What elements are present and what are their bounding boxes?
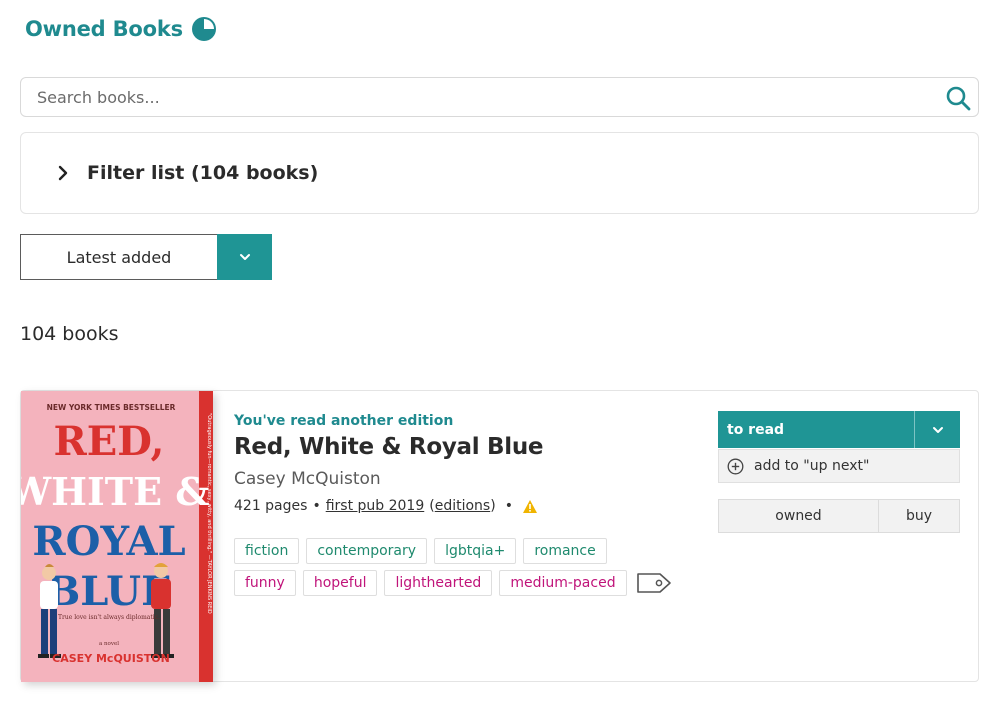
- cover-title-line2: WHITE &: [21, 469, 210, 514]
- up-next-label: add to "up next": [754, 458, 870, 474]
- chevron-right-icon: [58, 165, 68, 181]
- owned-buy-group: owned buy: [718, 499, 960, 533]
- cover-spine-quote: "Outrageously fun—romantic, sexy, witty,…: [206, 413, 212, 614]
- sort-select: Latest added: [20, 234, 272, 280]
- pie-chart-icon: [191, 17, 216, 41]
- book-cover-art: NEW YORK TIMES BESTSELLER RED, WHITE & R…: [21, 391, 213, 682]
- cover-title-line1: RED,: [54, 418, 165, 465]
- owned-button[interactable]: owned: [719, 500, 879, 532]
- mood-tag[interactable]: medium-paced: [499, 570, 627, 596]
- filter-toggle[interactable]: Filter list (104 books): [20, 132, 979, 214]
- book-cover[interactable]: NEW YORK TIMES BESTSELLER RED, WHITE & R…: [21, 391, 213, 682]
- genre-tag[interactable]: fiction: [234, 538, 300, 564]
- search-icon[interactable]: [944, 84, 972, 112]
- page-count: 421 pages: [234, 498, 308, 514]
- meta-bullet-2: •: [504, 498, 513, 514]
- add-up-next-button[interactable]: add to "up next": [718, 449, 960, 483]
- editions-link[interactable]: editions: [435, 498, 491, 514]
- book-title[interactable]: Red, White & Royal Blue: [234, 434, 544, 460]
- cover-title-line3: ROYAL: [32, 518, 185, 565]
- editions-close-paren: ): [490, 498, 496, 514]
- status-label[interactable]: to read: [718, 411, 914, 448]
- cover-author: CASEY McQUISTON: [52, 652, 170, 665]
- sort-dropdown-button[interactable]: [217, 234, 272, 280]
- first-pub-link[interactable]: first pub 2019: [326, 498, 425, 514]
- page-title: Owned Books: [25, 16, 217, 42]
- plus-circle-icon: [727, 458, 744, 474]
- tag-list: fiction contemporary lgbtqia+ romance fu…: [234, 538, 714, 602]
- filter-label: Filter list (104 books): [87, 162, 319, 184]
- genre-tag[interactable]: lgbtqia+: [434, 538, 517, 564]
- mood-tag[interactable]: hopeful: [302, 570, 378, 596]
- book-author[interactable]: Casey McQuiston: [234, 469, 381, 489]
- sort-option-button[interactable]: Latest added: [20, 234, 217, 280]
- genre-tag-row: fiction contemporary lgbtqia+ romance: [234, 538, 714, 564]
- meta-bullet: •: [312, 498, 321, 514]
- mood-tag[interactable]: funny: [234, 570, 296, 596]
- book-card: NEW YORK TIMES BESTSELLER RED, WHITE & R…: [20, 390, 979, 682]
- warning-icon[interactable]: [522, 499, 538, 514]
- genre-tag[interactable]: romance: [523, 538, 607, 564]
- cover-tagline: True love isn't always diplomatic.: [58, 614, 160, 621]
- status-dropdown-button[interactable]: [914, 411, 960, 448]
- mood-tag-row: funny hopeful lighthearted medium-paced: [234, 570, 714, 596]
- chevron-down-icon: [239, 254, 250, 260]
- reading-status-button: to read: [718, 411, 960, 448]
- chevron-down-icon: [932, 426, 943, 433]
- genre-tag[interactable]: contemporary: [306, 538, 428, 564]
- edition-note: You've read another edition: [234, 413, 454, 429]
- search-box: [20, 77, 979, 117]
- cover-novel: a novel: [99, 641, 119, 647]
- search-input[interactable]: [21, 78, 921, 116]
- mood-tag[interactable]: lighthearted: [384, 570, 493, 596]
- tag-icon[interactable]: [636, 571, 672, 595]
- book-count: 104 books: [20, 323, 119, 345]
- buy-button[interactable]: buy: [879, 500, 959, 532]
- cover-top-line: NEW YORK TIMES BESTSELLER: [47, 403, 176, 412]
- page-title-text: Owned Books: [25, 17, 183, 41]
- book-meta: 421 pages • first pub 2019 ( editions ) …: [234, 498, 538, 514]
